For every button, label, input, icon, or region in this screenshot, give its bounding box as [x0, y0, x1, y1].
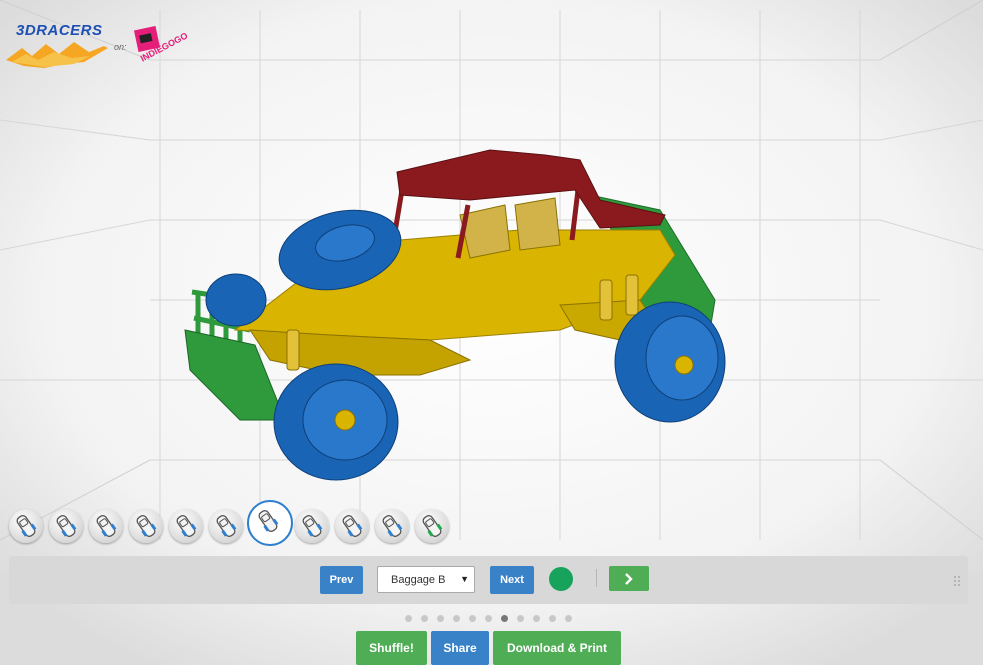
car-side-part-icon	[176, 515, 197, 537]
pager-dot-2[interactable]	[421, 615, 428, 622]
go-button[interactable]	[609, 566, 649, 591]
model-select[interactable]: Baggage B ▼	[377, 566, 475, 593]
next-button[interactable]: Next	[490, 566, 534, 594]
chevron-right-icon	[625, 572, 633, 585]
pager-dot-6[interactable]	[485, 615, 492, 622]
pager-dot-3[interactable]	[437, 615, 444, 622]
part-option-8[interactable]	[295, 509, 329, 543]
car-nose-part-icon	[16, 515, 37, 537]
car-frame-part-icon	[96, 515, 117, 537]
pager-dot-4[interactable]	[453, 615, 460, 622]
car-wheel-part-icon	[342, 515, 363, 537]
brand-name: 3DRACERS	[16, 22, 103, 39]
part-option-2[interactable]	[49, 509, 83, 543]
pager-dot-9[interactable]	[533, 615, 540, 622]
car-cabin-part-icon	[382, 515, 403, 537]
color-swatch-button[interactable]	[549, 567, 573, 591]
download-print-button[interactable]: Download & Print	[493, 631, 621, 665]
prev-button[interactable]: Prev	[320, 566, 363, 594]
pager-dot-7[interactable]	[501, 615, 508, 622]
part-option-4[interactable]	[129, 509, 163, 543]
pager-dot-1[interactable]	[405, 615, 412, 622]
config-toolbar	[9, 556, 968, 604]
part-option-11[interactable]	[415, 509, 449, 543]
rear-wheel	[614, 301, 726, 423]
part-selector-strip	[6, 500, 466, 548]
car-wheel-part-icon	[302, 515, 323, 537]
part-option-9[interactable]	[335, 509, 369, 543]
toolbar-divider	[596, 569, 597, 587]
car-body-part-icon	[258, 510, 279, 532]
part-option-10[interactable]	[375, 509, 409, 543]
pager-dot-8[interactable]	[517, 615, 524, 622]
part-option-3[interactable]	[89, 509, 123, 543]
part-option-5[interactable]	[169, 509, 203, 543]
part-option-7[interactable]	[247, 500, 293, 546]
part-option-1[interactable]	[9, 509, 43, 543]
car-roof-part-icon	[422, 515, 443, 537]
model-pager-dots	[405, 615, 585, 623]
car-frame-part-icon	[56, 515, 77, 537]
brand-logo[interactable]: 3DRACERS on: INDIEGOGO	[4, 18, 204, 70]
brand-on-label: on:	[114, 42, 127, 52]
front-wheel	[273, 363, 399, 481]
share-button[interactable]: Share	[431, 631, 489, 665]
model-select-value: Baggage B	[391, 574, 446, 586]
dropdown-caret-icon: ▼	[460, 574, 469, 584]
shuffle-button[interactable]: Shuffle!	[356, 631, 427, 665]
pager-dot-5[interactable]	[469, 615, 476, 622]
part-option-6[interactable]	[209, 509, 243, 543]
car-frame-part-icon	[136, 515, 157, 537]
car-rear-part-icon	[216, 515, 237, 537]
pager-dot-11[interactable]	[565, 615, 572, 622]
resize-grip-icon[interactable]	[953, 575, 961, 589]
pager-dot-10[interactable]	[549, 615, 556, 622]
